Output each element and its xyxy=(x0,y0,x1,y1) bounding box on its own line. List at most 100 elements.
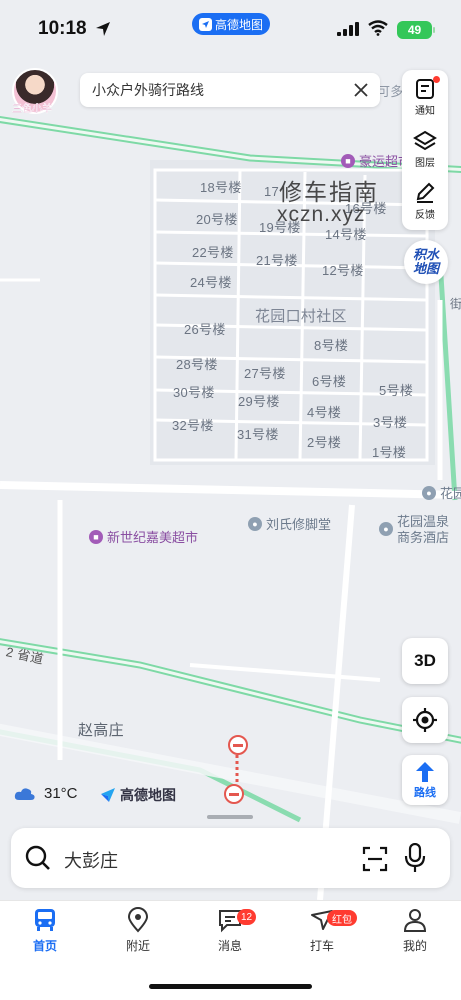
route-arrow-icon xyxy=(416,761,434,782)
active-app-pill[interactable]: 高德地图 xyxy=(192,13,270,35)
building-label: 32号楼 xyxy=(172,418,214,433)
tab-nearby-label: 附近 xyxy=(125,939,150,953)
3d-label: 3D xyxy=(414,651,436,670)
profile-name: 三色小羊 xyxy=(12,104,52,115)
destination-search-bar[interactable]: 大彭庄 xyxy=(11,828,450,888)
water-map-button[interactable]: 积水 地图 xyxy=(404,240,448,284)
building-label: 28号楼 xyxy=(176,357,218,372)
water-map-label-2: 地图 xyxy=(412,261,439,276)
notify-label: 通知 xyxy=(415,105,435,117)
crosshair-icon xyxy=(413,708,437,732)
pin-icon: ● xyxy=(248,516,262,531)
temperature: 31°C xyxy=(44,785,78,802)
clock: 10:18 xyxy=(38,18,87,39)
unread-dot xyxy=(433,76,440,83)
layers-icon xyxy=(413,130,437,150)
poi-supermarket-jiamei[interactable]: ■ 新世纪嘉美超市 xyxy=(89,527,198,546)
close-icon[interactable] xyxy=(352,81,370,99)
tab-messages[interactable]: 消息 12 xyxy=(195,907,265,954)
watermark-title: 修车指南 xyxy=(279,179,379,205)
cloud-icon xyxy=(14,787,35,800)
active-app-name: 高德地图 xyxy=(214,17,263,32)
route-button[interactable]: 路线 xyxy=(402,755,448,805)
tab-profile-label: 我的 xyxy=(402,939,427,953)
poi-label: 商务酒店 xyxy=(397,530,450,545)
navigation-icon xyxy=(198,17,212,31)
scan-icon[interactable] xyxy=(362,846,388,872)
wifi-icon xyxy=(368,20,388,36)
tab-taxi-label: 打车 xyxy=(309,939,334,953)
layers-button[interactable]: 图层 xyxy=(402,124,448,174)
3d-toggle-button[interactable]: 3D xyxy=(402,638,448,684)
poi-foot-clinic[interactable]: ● 刘氏修脚堂 xyxy=(248,514,331,533)
building-label: 3号楼 xyxy=(373,415,408,430)
building-label: 17 xyxy=(264,184,280,199)
community-label: 花园口村社区 xyxy=(255,308,347,325)
destination-search-text: 大彭庄 xyxy=(64,851,118,871)
building-label: 18号楼 xyxy=(200,180,242,195)
status-bar: 10:18 高德地图 49 xyxy=(0,0,461,58)
route-search-field[interactable]: 小众户外骑行路线 xyxy=(80,73,380,107)
tab-home[interactable]: 首页 xyxy=(10,907,80,954)
battery-icon: 49 xyxy=(397,21,435,39)
tab-messages-label: 消息 xyxy=(217,939,242,953)
building-label: 31号楼 xyxy=(237,427,279,442)
bus-icon xyxy=(35,909,55,931)
amap-logo-icon xyxy=(101,788,115,802)
village-label: 赵高庄 xyxy=(78,722,124,739)
building-label: 5号楼 xyxy=(379,383,414,398)
shop-icon: ■ xyxy=(341,153,355,168)
battery-level: 49 xyxy=(407,23,422,37)
poi-label: 花园温泉 xyxy=(397,514,450,529)
poi-garden[interactable]: ● 花园 xyxy=(422,483,461,502)
home-indicator[interactable] xyxy=(149,984,312,989)
unread-count-badge: 12 xyxy=(237,909,257,925)
street-label: 街 xyxy=(450,297,461,311)
locate-button[interactable] xyxy=(402,697,448,743)
watermark-url: xczn.xyz xyxy=(277,203,366,226)
microphone-icon[interactable] xyxy=(404,843,426,873)
weather-widget[interactable]: 31°C xyxy=(14,785,78,802)
signal-icon xyxy=(337,22,359,36)
pin-icon: ● xyxy=(422,485,436,500)
building-label: 4号楼 xyxy=(307,405,342,420)
building-label: 21号楼 xyxy=(256,253,298,268)
building-label: 6号楼 xyxy=(312,374,347,389)
poi-label: 可多 xyxy=(377,84,404,99)
building-label: 27号楼 xyxy=(244,366,286,381)
pencil-icon xyxy=(416,182,435,203)
route-label: 路线 xyxy=(414,786,436,799)
building-label: 24号楼 xyxy=(190,275,232,290)
shop-icon: ■ xyxy=(89,529,103,544)
notify-button[interactable]: 通知 xyxy=(402,72,448,122)
poi-label: 花园 xyxy=(440,486,461,501)
amap-logo-text: 高德地图 xyxy=(120,787,176,803)
water-map-label-1: 积水 xyxy=(412,247,439,262)
red-packet-badge: 红包 xyxy=(327,910,357,926)
tab-nearby[interactable]: 附近 xyxy=(103,907,173,954)
feedback-button[interactable]: 反馈 xyxy=(402,176,448,226)
location-arrow-icon xyxy=(96,22,110,36)
feedback-label: 反馈 xyxy=(415,209,435,221)
building-label: 30号楼 xyxy=(173,385,215,400)
building-label: 20号楼 xyxy=(196,212,238,227)
layers-label: 图层 xyxy=(415,157,435,169)
tab-profile[interactable]: 我的 xyxy=(380,907,450,954)
tab-taxi[interactable]: 打车 红包 xyxy=(287,907,357,954)
building-label: 8号楼 xyxy=(314,338,349,353)
poi-hotel[interactable]: ● 花园温泉 商务酒店 xyxy=(379,514,449,546)
building-label: 2号楼 xyxy=(307,435,342,450)
search-icon xyxy=(25,845,50,870)
sheet-drag-handle[interactable] xyxy=(207,815,253,819)
route-waypoint-icon[interactable] xyxy=(223,783,245,805)
user-icon xyxy=(403,909,427,932)
building-label: 29号楼 xyxy=(238,394,280,409)
map-canvas[interactable]: 18号楼 17 20号楼 19号楼 14号楼 16号楼 22号楼 21号楼 12… xyxy=(0,0,461,900)
building-label: 12号楼 xyxy=(322,263,364,278)
map-tool-panel: 通知 图层 反馈 xyxy=(402,70,448,230)
poi-supermarket-haoyun[interactable]: ■ 豪运超市 xyxy=(341,151,411,170)
pin-icon: ● xyxy=(379,522,393,536)
poi-label: 新世纪嘉美超市 xyxy=(107,530,199,545)
building-label: 22号楼 xyxy=(192,245,234,260)
route-waypoint-icon[interactable] xyxy=(227,734,249,756)
